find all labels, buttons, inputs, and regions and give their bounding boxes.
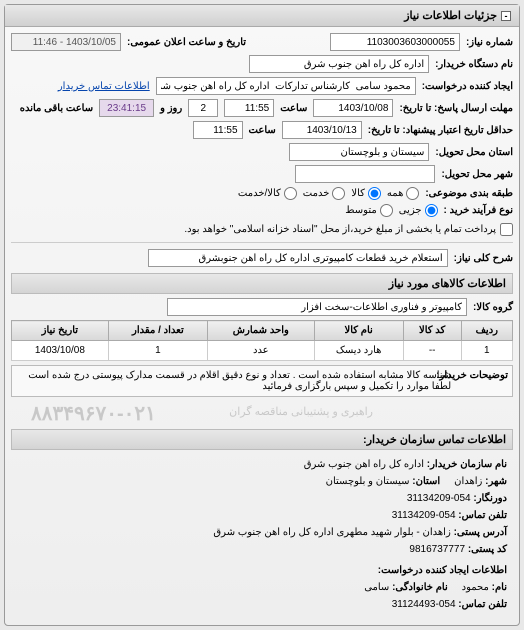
announce-label: تاریخ و ساعت اعلان عمومی: [127, 37, 246, 48]
group-goods-radio[interactable]: کالا [351, 187, 381, 200]
buyer-desc-text: شناسه کالا مشابه استفاده شده است . تعداد… [16, 370, 451, 392]
goods-group-label: گروه کالا: [473, 302, 513, 313]
group-service-radio[interactable]: خدمت [303, 187, 346, 200]
c-addr-label: آدرس پستی: [454, 527, 507, 538]
c-post-label: کد پستی: [468, 544, 507, 555]
c-org: اداره کل راه اهن جنوب شرق [304, 459, 424, 470]
c-cphone: 054-31124493 [392, 599, 456, 610]
c-province-label: استان: [412, 476, 440, 487]
c-fax: 054-31134209 [407, 493, 471, 504]
cell-qty: 1 [108, 341, 207, 361]
proc-minor-radio[interactable]: جزیی [399, 204, 438, 217]
th-name: نام کالا [314, 321, 403, 341]
proc-medium-radio[interactable]: متوسط [345, 204, 392, 217]
goods-table: ردیف کد کالا نام کالا واحد شمارش تعداد /… [11, 320, 513, 361]
goods-section-title: اطلاعات کالاهای مورد نیاز [11, 273, 513, 294]
org-label: نام دستگاه خریدار: [435, 59, 513, 70]
buyer-contact-link[interactable]: اطلاعات تماس خریدار [58, 81, 150, 92]
city-input[interactable] [295, 165, 435, 183]
time-label-2: ساعت [249, 125, 276, 136]
deadline-time-input[interactable] [224, 99, 274, 117]
c-post: 9816737777 [409, 544, 465, 555]
watermark-label: راهبری و پشتیبانی مناقصه گران [229, 405, 373, 418]
collapse-icon[interactable]: - [501, 11, 511, 21]
c-province: سیستان و بلوچستان [326, 476, 410, 487]
days-input [188, 99, 218, 117]
remain-time: 23:41:15 [99, 99, 154, 117]
req-no-label: شماره نیاز: [466, 37, 513, 48]
group-goods-service-radio[interactable]: کالا/خدمت [238, 187, 297, 200]
days-label: روز و [160, 103, 182, 114]
deadline-label: مهلت ارسال پاسخ: تا تاریخ: [399, 103, 513, 114]
goods-group-input[interactable] [167, 298, 467, 316]
watermark-phone: ۸۸۳۴۹۶۷۰-۰۲۱ [31, 401, 156, 426]
creator-label: ایجاد کننده درخواست: [422, 81, 513, 92]
req-no-input[interactable] [330, 33, 460, 51]
province-input[interactable] [289, 143, 429, 161]
th-idx: ردیف [461, 321, 512, 341]
c-family: سامی [364, 582, 389, 593]
cell-unit: عدد [208, 341, 315, 361]
time-label-1: ساعت [280, 103, 307, 114]
c-name-label: نام: [492, 582, 507, 593]
org-input[interactable] [249, 55, 429, 73]
c-name: محمود [462, 582, 489, 593]
th-qty: تعداد / مقدار [108, 321, 207, 341]
creator-section-title: اطلاعات ایجاد کننده درخواست: [17, 562, 507, 579]
proc-label: نوع فرآیند خرید : [444, 205, 513, 216]
c-fax-label: دورنگار: [473, 493, 507, 504]
c-family-label: نام خانوادگی: [392, 582, 448, 593]
c-city-label: شهر: [485, 476, 507, 487]
validity-label: حداقل تاریخ اعتبار پیشنهاد: تا تاریخ: [368, 125, 513, 136]
creator-input[interactable] [156, 77, 416, 95]
c-phone: 054-31134209 [392, 510, 456, 521]
watermark-row: ۸۸۳۴۹۶۷۰-۰۲۱ راهبری و پشتیبانی مناقصه گر… [11, 401, 513, 423]
buyer-desc-box: توضیحات خریدار: شناسه کالا مشابه استفاده… [11, 365, 513, 397]
cell-idx: 1 [461, 341, 512, 361]
th-date: تاریخ نیاز [12, 321, 109, 341]
table-header-row: ردیف کد کالا نام کالا واحد شمارش تعداد /… [12, 321, 513, 341]
proc-note-check[interactable]: پرداخت تمام یا بخشی از مبلغ خرید،از محل … [184, 223, 513, 236]
th-code: کد کالا [403, 321, 461, 341]
panel-title: جزئیات اطلاعات نیاز [404, 9, 497, 22]
province-label: استان محل تحویل: [435, 147, 513, 158]
panel-header: - جزئیات اطلاعات نیاز [5, 5, 519, 27]
remain-label: ساعت باقی مانده [20, 103, 93, 114]
c-city: زاهدان [454, 476, 482, 487]
cell-date: 1403/10/08 [12, 341, 109, 361]
subject-input[interactable] [148, 249, 448, 267]
validity-date-input[interactable] [282, 121, 362, 139]
details-panel: - جزئیات اطلاعات نیاز شماره نیاز: تاریخ … [4, 4, 520, 626]
validity-time-input[interactable] [193, 121, 243, 139]
table-row[interactable]: 1 -- هارد دیسک عدد 1 1403/10/08 [12, 341, 513, 361]
cell-name: هارد دیسک [314, 341, 403, 361]
announce-value: 1403/10/05 - 11:46 [11, 33, 121, 51]
contact-section-title: اطلاعات تماس سازمان خریدار: [11, 429, 513, 450]
group-label: طبقه بندی موضوعی: [425, 188, 513, 199]
deadline-date-input[interactable] [313, 99, 393, 117]
group-all-radio[interactable]: همه [387, 187, 419, 200]
city-label: شهر محل تحویل: [441, 169, 513, 180]
th-unit: واحد شمارش [208, 321, 315, 341]
c-phone-label: تلفن تماس: [458, 510, 507, 521]
cell-code: -- [403, 341, 461, 361]
c-addr: زاهدان - بلوار شهید مطهری اداره کل راه ا… [213, 527, 450, 538]
contact-section: نام سازمان خریدار: اداره کل راه اهن جنوب… [11, 450, 513, 619]
subject-label: شرح کلی نیاز: [454, 253, 513, 264]
c-cphone-label: تلفن تماس: [458, 599, 507, 610]
c-org-label: نام سازمان خریدار: [427, 459, 507, 470]
buyer-desc-label: توضیحات خریدار: [457, 370, 508, 392]
